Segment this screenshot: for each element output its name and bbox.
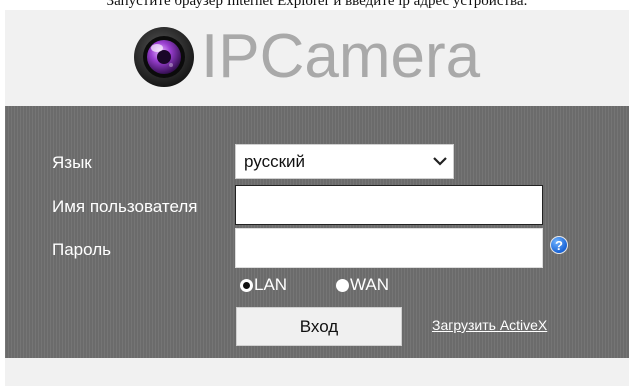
password-input[interactable] <box>236 229 542 267</box>
language-select-value: русский <box>244 152 306 171</box>
password-label: Пароль <box>52 240 111 259</box>
wan-label: WAN <box>350 275 390 294</box>
help-icon[interactable]: ? <box>550 236 568 254</box>
logo-text: IPCamera <box>201 22 481 91</box>
language-label: Язык <box>52 153 92 172</box>
password-field-box <box>235 228 543 268</box>
lan-label: LAN <box>254 275 288 294</box>
username-label: Имя пользователя <box>52 197 198 216</box>
footer-bar <box>5 358 629 386</box>
login-button[interactable]: Вход <box>236 307 402 346</box>
language-select[interactable]: русский <box>235 144 454 179</box>
wan-radio[interactable] <box>336 278 349 292</box>
download-activex-link[interactable]: Загрузить ActiveX <box>432 317 547 333</box>
username-field-box <box>235 185 543 225</box>
chevron-down-icon <box>433 157 447 166</box>
wan-option[interactable]: WAN <box>336 275 389 295</box>
header-banner: IPCamera <box>5 10 629 106</box>
lan-radio[interactable] <box>240 278 253 292</box>
logo: IPCamera <box>133 26 480 88</box>
username-input[interactable] <box>236 186 542 224</box>
page-caption: Запустите браузер Internet Explorer и вв… <box>106 0 528 9</box>
camera-lens-icon <box>134 27 194 87</box>
lan-option[interactable]: LAN <box>240 275 287 295</box>
